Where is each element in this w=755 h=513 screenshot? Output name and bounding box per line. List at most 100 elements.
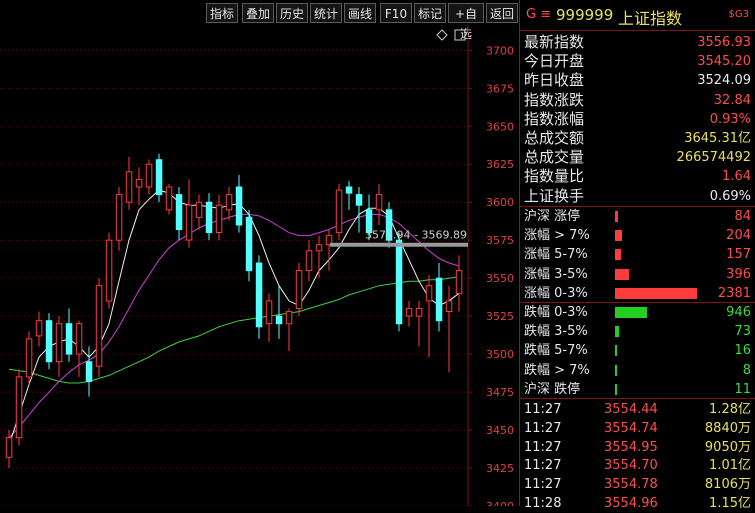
kline-chart[interactable]: 3700 3675 3650 3625 3600 3575 3550 3525 3500 3475…: [0, 26, 519, 506]
tick-price: 3554.44: [604, 402, 658, 417]
stat-label: 今日开盘: [524, 52, 585, 71]
code-prefix: G ≡: [526, 7, 552, 22]
dist-bar: [615, 249, 621, 261]
tick-price: 3554.96: [604, 496, 658, 511]
tick-row: 11:27 3554.70 1.01亿: [520, 456, 755, 475]
dist-label: 涨幅 3-5%: [524, 266, 588, 282]
tick-volume: 8840万: [704, 420, 751, 436]
toolbar-button-1[interactable]: 指标: [206, 3, 238, 23]
stat-value: 0.69%: [709, 188, 751, 204]
toolbar-button-9[interactable]: 返回: [486, 3, 518, 23]
dist-value: 946: [726, 305, 751, 320]
dist-value: 84: [734, 209, 751, 224]
stat-label: 总成交量: [524, 148, 585, 167]
divider: [520, 30, 755, 31]
dist-row: 涨幅 5-7% 157: [520, 245, 755, 264]
candle-body: [165, 186, 173, 211]
dist-value: 204: [726, 228, 751, 244]
quote-header: G ≡ 999999 上证指数 $G3: [520, 0, 755, 30]
dist-label: 涨幅 5-7%: [524, 247, 588, 263]
dist-label: 涨幅 0-3%: [524, 285, 588, 301]
dist-row: 跌幅 5-7% 16: [520, 341, 755, 360]
stat-label: 指数涨跌: [524, 90, 585, 109]
dist-label: 涨幅 > 7%: [524, 228, 590, 244]
stat-value: 266574492: [676, 150, 751, 166]
candle-body: [305, 250, 313, 272]
candle-body: [175, 194, 183, 231]
candle-body: [375, 194, 383, 211]
candle-body: [335, 189, 343, 234]
dist-row: 涨幅 > 7% 204: [520, 226, 755, 245]
candle-body: [15, 376, 23, 439]
dist-row: 沪深 涨停 84: [520, 207, 755, 226]
tick-time: 11:28: [524, 496, 562, 511]
stock-name: 上证指数: [618, 9, 683, 28]
candle-body: [65, 323, 73, 355]
candle-body: [245, 216, 253, 272]
tick-row: 11:27 3554.78 8106万: [520, 475, 755, 494]
candle-body: [395, 239, 403, 325]
tick-price: 3554.74: [604, 420, 658, 436]
candle-body: [145, 163, 153, 188]
stat-label: 指数涨幅: [524, 109, 585, 128]
stat-value: 3524.09: [697, 73, 751, 89]
y-tick-label: 3600: [486, 196, 514, 209]
y-tick-label: 3475: [486, 386, 514, 399]
tick-volume: 1.15亿: [709, 496, 751, 511]
stat-label: 总成交额: [524, 129, 585, 147]
dist-bar: [615, 211, 618, 222]
stat-value: 3645.31亿: [684, 131, 751, 146]
stat-value: 3545.20: [697, 54, 751, 70]
tick-price: 3554.95: [604, 439, 658, 455]
candle-body: [135, 178, 143, 188]
candle-body: [455, 270, 463, 294]
candle-body: [25, 338, 33, 378]
tick-price: 3554.70: [604, 458, 658, 474]
dist-row: 跌幅 > 7% 8: [520, 361, 755, 380]
candle-body: [125, 171, 133, 203]
candle-body: [355, 194, 363, 206]
dist-bar: [615, 345, 617, 357]
candle-body: [95, 285, 103, 367]
market-tag[interactable]: $G3: [729, 9, 749, 20]
toolbar-button-3[interactable]: 历史: [276, 3, 308, 23]
candle-body: [275, 315, 283, 325]
candle-body: [345, 186, 353, 194]
tick-row: 11:27 3554.74 8840万: [520, 419, 755, 438]
stat-row: 指数涨幅 0.93%: [520, 110, 755, 129]
dist-label: 跌幅 3-5%: [524, 324, 588, 340]
y-tick-label: 3700: [486, 44, 514, 57]
expand-icon[interactable]: [454, 29, 466, 41]
y-tick-label: 3400: [486, 500, 514, 506]
toolbar-button-4[interactable]: 统计: [310, 3, 342, 23]
tick-time: 11:27: [524, 477, 562, 493]
quote-panel: G ≡ 999999 上证指数 $G3 最新指数 3556.93 今日开盘 3545.…: [520, 0, 755, 511]
toolbar-button-8[interactable]: +自选: [448, 3, 484, 41]
candle-body: [255, 262, 263, 328]
dist-row: 涨幅 0-3% 2381: [520, 284, 755, 303]
stat-value: 3556.93: [697, 35, 751, 50]
stat-row: 指数涨跌 32.84: [520, 91, 755, 110]
dist-value: 396: [726, 266, 751, 282]
dist-value: 73: [734, 324, 751, 340]
toolbar-button-6[interactable]: F10: [380, 3, 412, 23]
dist-row: 跌幅 3-5% 73: [520, 322, 755, 341]
toolbar-button-5[interactable]: 画线: [344, 3, 376, 23]
tick-price: 3554.78: [604, 477, 658, 493]
stat-label: 昨日收盘: [524, 71, 585, 90]
toolbar-button-7[interactable]: 标记: [414, 3, 446, 23]
stock-code: 999999: [556, 6, 614, 24]
stat-label: 最新指数: [524, 33, 585, 51]
toolbar-button-2[interactable]: 叠加: [242, 3, 274, 23]
tick-row: 11:27 3554.95 9050万: [520, 438, 755, 457]
dist-value: 8: [742, 362, 751, 378]
candle-body: [55, 323, 63, 363]
dist-row: 涨幅 3-5% 396: [520, 265, 755, 284]
dist-value: 11: [734, 381, 751, 397]
candle-body: [155, 159, 163, 196]
y-tick-label: 3500: [486, 348, 514, 361]
diamond-icon[interactable]: [436, 29, 448, 41]
candle-body: [35, 320, 43, 337]
candle-body: [115, 194, 123, 241]
dist-label: 沪深 涨停: [524, 209, 581, 224]
